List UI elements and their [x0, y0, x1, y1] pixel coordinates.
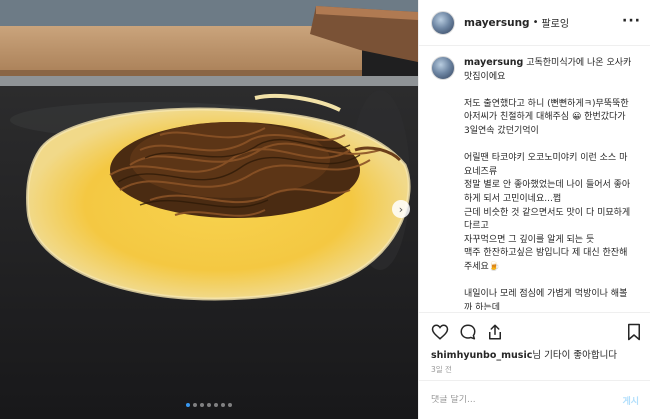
header-username[interactable]: mayersung — [464, 17, 530, 29]
caption-line: 주세요🍺 — [464, 261, 501, 272]
caption-line: 요네즈류 — [464, 166, 498, 177]
post-photo[interactable]: › — [0, 0, 418, 419]
carousel-dot — [200, 403, 204, 407]
post-sidebar: mayersung • 팔로잉 ··· mayersung 고독한미식가에 나온… — [418, 0, 650, 419]
post-comment-button[interactable]: 게시 — [622, 394, 639, 407]
caption-section: mayersung 고독한미식가에 나온 오사카 맛집이에요저도 출연했다고 하… — [431, 56, 645, 310]
post-header: mayersung • 팔로잉 ··· — [419, 0, 650, 46]
bookmark-icon[interactable] — [625, 323, 643, 341]
post-photo-image — [0, 0, 418, 419]
caption-line: 내일이나 모레 점심에 가볍게 먹방이나 해볼 — [464, 289, 628, 300]
caption-line: 하게 되서 고민이네요...쩝 — [464, 193, 562, 204]
comment-bar: 게시 — [419, 380, 650, 419]
caption-line: 아저씨가 친절하게 대해주심 😀 한번갔다가 — [464, 112, 626, 123]
avatar[interactable] — [431, 10, 455, 35]
caption-avatar[interactable] — [431, 56, 455, 80]
carousel-next-button[interactable]: › — [392, 200, 410, 218]
caption-gap — [464, 139, 644, 153]
heart-icon[interactable] — [431, 323, 449, 341]
carousel-dot — [193, 403, 197, 407]
caption-line: 까 하는데 — [464, 302, 500, 310]
caption-text: mayersung 고독한미식가에 나온 오사카 맛집이에요저도 출연했다고 하… — [464, 56, 644, 310]
carousel-dot — [214, 403, 218, 407]
likes-text: 님 기타이 좋아합니다 — [532, 350, 618, 361]
caption-gap — [464, 84, 644, 98]
caption-line: 어릴땐 타코야키 오코노미야키 이런 소스 마 — [464, 153, 628, 164]
carousel-dot — [228, 403, 232, 407]
more-horizontal-icon[interactable]: ··· — [622, 13, 641, 29]
comment-icon[interactable] — [459, 323, 477, 341]
action-bar — [419, 312, 650, 352]
share-icon[interactable] — [486, 323, 504, 341]
carousel-dot — [207, 403, 211, 407]
caption-line: 정말 별로 안 좋아했었는데 나이 들어서 좋아 — [464, 180, 631, 191]
following-button[interactable]: 팔로잉 — [541, 15, 569, 30]
post-timestamp[interactable]: 3일 전 — [431, 364, 452, 375]
liker-username[interactable]: shimhyunbo_music — [431, 350, 532, 361]
caption-line: 저도 출연했다고 하니 (뻔뻔하게ㅋ)무뚝뚝한 — [464, 98, 629, 109]
caption-line: 맥주 한잔하고싶은 밤입니다 제 대신 한잔해 — [464, 248, 628, 259]
caption-first-line: 고독한미식가에 나온 오사카 — [526, 58, 632, 68]
likes-summary: shimhyunbo_music님 기타이 좋아합니다 — [431, 347, 617, 361]
caption-line: 3일연속 갔던기억이 — [464, 125, 539, 136]
caption-line: 자꾸먹으면 그 깊이를 알게 되는 듯 — [464, 234, 595, 245]
caption-line: 맛집이에요 — [464, 71, 506, 82]
caption-gap — [464, 275, 644, 289]
caption-line: 다르고 — [464, 221, 489, 232]
caption-line: 근데 비슷한 것 같으면서도 맛이 다 미묘하게 — [464, 207, 631, 218]
caption-username[interactable]: mayersung — [464, 57, 523, 68]
header-separator: • — [532, 17, 539, 28]
carousel-dot — [221, 403, 225, 407]
carousel-dot — [186, 403, 190, 407]
comment-input[interactable] — [431, 395, 623, 405]
carousel-dots — [0, 403, 418, 407]
